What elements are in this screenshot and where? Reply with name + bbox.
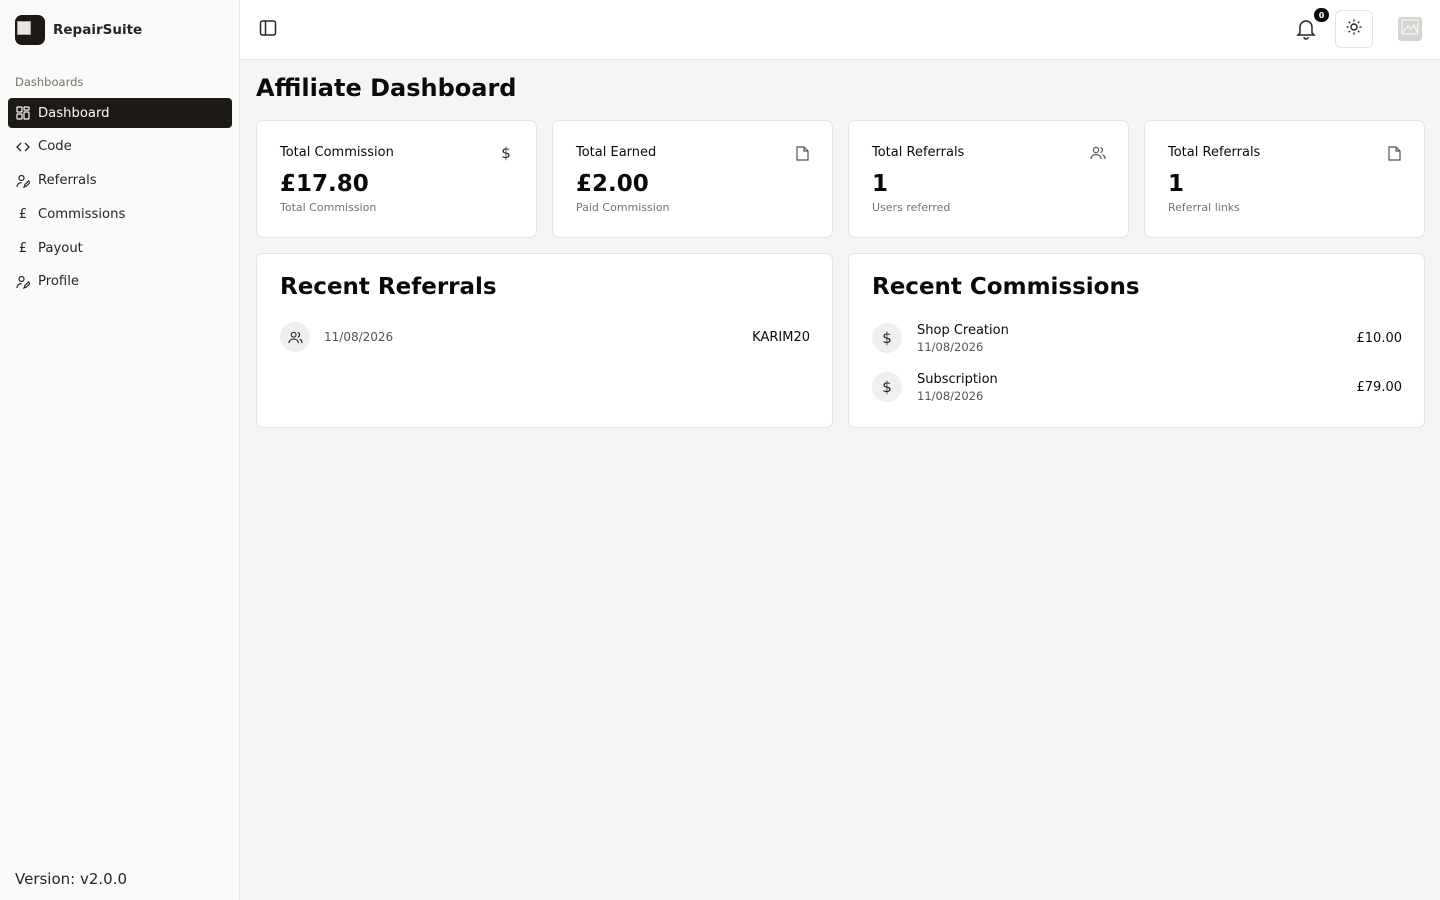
stat-sub: Paid Commission bbox=[576, 201, 670, 214]
stat-card-total-referrals: Total Referrals 1 Users referred bbox=[848, 120, 1129, 238]
code-icon bbox=[16, 140, 30, 154]
sidebar-toggle-button[interactable] bbox=[257, 19, 279, 41]
sidebar-item-label: Payout bbox=[38, 240, 83, 256]
commission-amount: £10.00 bbox=[1356, 330, 1403, 346]
grid-icon bbox=[16, 106, 30, 120]
stat-value: 1 bbox=[872, 171, 889, 197]
stat-value: 1 bbox=[1168, 171, 1185, 197]
stat-label: Total Commission bbox=[280, 145, 394, 160]
list-item[interactable]: $ Subscription 11/08/2026 £79.00 bbox=[872, 369, 1402, 405]
users-icon bbox=[280, 322, 310, 352]
theme-toggle-button[interactable] bbox=[1335, 10, 1373, 48]
sidebar-item-label: Profile bbox=[38, 274, 80, 290]
recent-commissions-panel: Recent Commissions $ Shop Creation 11/08… bbox=[848, 253, 1425, 428]
commission-amount: £79.00 bbox=[1356, 379, 1403, 395]
page-title: Affiliate Dashboard bbox=[256, 74, 517, 102]
stat-label: Total Referrals bbox=[872, 145, 965, 160]
sidebar-item-referrals[interactable]: Referrals bbox=[8, 166, 232, 196]
sidebar-item-payout[interactable]: £ Payout bbox=[8, 233, 232, 263]
list-item[interactable]: $ Shop Creation 11/08/2026 £10.00 bbox=[872, 320, 1402, 356]
dollar-icon: $ bbox=[501, 144, 511, 162]
user-pen-icon bbox=[16, 174, 30, 188]
commission-date: 11/08/2026 bbox=[917, 388, 984, 403]
stat-label: Total Referrals bbox=[1168, 145, 1261, 160]
top-header: 0 bbox=[240, 0, 1440, 60]
avatar[interactable] bbox=[1398, 17, 1422, 41]
brand-logo bbox=[15, 15, 45, 45]
commission-name: Shop Creation bbox=[917, 322, 1009, 338]
pound-icon: £ bbox=[18, 206, 28, 222]
bell-icon bbox=[1295, 20, 1317, 45]
stat-sub: Users referred bbox=[872, 201, 951, 214]
panel-title: Recent Commissions bbox=[872, 274, 1140, 300]
stat-label: Total Earned bbox=[576, 145, 657, 160]
stat-value: £17.80 bbox=[280, 171, 369, 197]
sidebar: RepairSuite Dashboards Dashboard Code Re… bbox=[0, 0, 240, 900]
brand[interactable]: RepairSuite bbox=[15, 14, 142, 46]
brand-name: RepairSuite bbox=[53, 22, 143, 38]
commission-name: Subscription bbox=[917, 371, 998, 387]
sidebar-item-label: Dashboard bbox=[38, 105, 110, 121]
notification-badge: 0 bbox=[1314, 8, 1329, 22]
sidebar-item-label: Referrals bbox=[38, 173, 97, 189]
stat-card-total-earned: Total Earned £2.00 Paid Commission bbox=[552, 120, 833, 238]
sun-icon bbox=[1346, 19, 1362, 39]
sidebar-section-label: Dashboards bbox=[15, 75, 84, 89]
sidebar-item-profile[interactable]: Profile bbox=[8, 267, 232, 297]
stat-card-total-commission: Total Commission $ £17.80 Total Commissi… bbox=[256, 120, 537, 238]
dollar-icon: $ bbox=[872, 372, 902, 402]
version-label: Version: v2.0.0 bbox=[15, 870, 128, 888]
file-icon bbox=[794, 145, 810, 161]
stat-card-referral-links: Total Referrals 1 Referral links bbox=[1144, 120, 1425, 238]
list-item[interactable]: 11/08/2026 KARIM20 bbox=[280, 321, 810, 353]
referral-date: 11/08/2026 bbox=[324, 330, 394, 344]
sidebar-item-label: Code bbox=[38, 139, 72, 155]
sidebar-item-code[interactable]: Code bbox=[8, 132, 232, 162]
referral-code: KARIM20 bbox=[752, 329, 810, 345]
panel-left-icon bbox=[259, 19, 277, 41]
stat-sub: Total Commission bbox=[280, 201, 377, 214]
stat-sub: Referral links bbox=[1168, 201, 1240, 214]
file-icon bbox=[1386, 145, 1402, 161]
recent-referrals-panel: Recent Referrals 11/08/2026 KARIM20 bbox=[256, 253, 833, 428]
pound-icon: £ bbox=[18, 240, 28, 256]
panel-title: Recent Referrals bbox=[280, 274, 497, 300]
users-icon bbox=[1090, 145, 1106, 161]
commission-date: 11/08/2026 bbox=[917, 339, 984, 354]
notifications-button[interactable] bbox=[1295, 17, 1317, 41]
user-pen-icon bbox=[16, 275, 30, 289]
sidebar-item-commissions[interactable]: £ Commissions bbox=[8, 199, 232, 229]
sidebar-nav: Dashboard Code Referrals £ Commissions £… bbox=[8, 98, 232, 301]
sidebar-item-label: Commissions bbox=[38, 206, 126, 222]
image-placeholder-icon bbox=[1401, 19, 1419, 39]
stat-value: £2.00 bbox=[576, 171, 649, 197]
sidebar-item-dashboard[interactable]: Dashboard bbox=[8, 98, 232, 128]
dollar-icon: $ bbox=[872, 323, 902, 353]
